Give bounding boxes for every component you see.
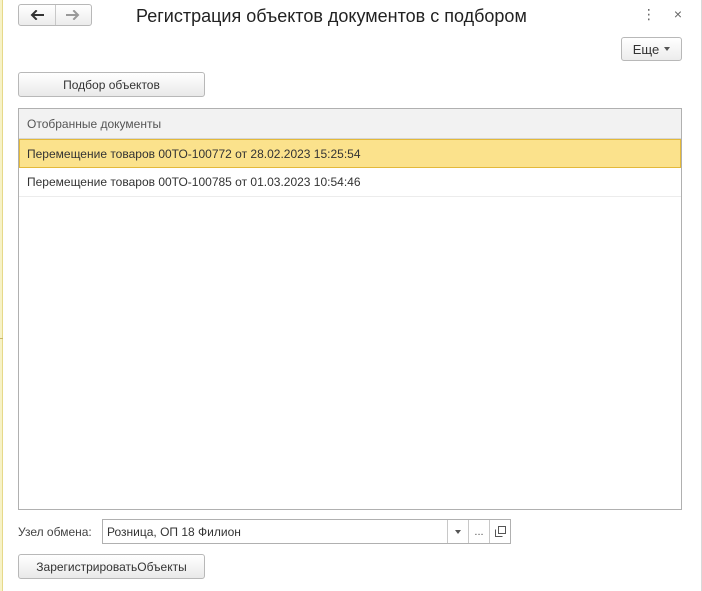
navigation-buttons (18, 4, 92, 26)
form-window: Регистрация объектов документов с подбор… (0, 0, 702, 591)
chevron-down-icon (455, 529, 461, 534)
table-cell-document: Перемещение товаров 00ТО-100772 от 28.02… (27, 146, 361, 161)
back-button[interactable] (19, 5, 55, 25)
open-button[interactable] (489, 520, 510, 543)
exchange-node-label: Узел обмена: (18, 525, 92, 539)
exchange-node-input[interactable] (103, 520, 447, 543)
dropdown-button[interactable] (447, 520, 468, 543)
register-objects-button[interactable]: ЗарегистрироватьОбъекты (18, 554, 205, 579)
arrow-right-icon (66, 10, 80, 20)
exchange-node-field: ... (102, 519, 511, 544)
table-row[interactable]: Перемещение товаров 00ТО-100785 от 01.03… (19, 168, 681, 197)
kebab-menu-icon[interactable]: ⋮ (642, 5, 656, 23)
open-window-icon (494, 526, 506, 537)
left-panel-edge (0, 0, 3, 591)
column-header-selected-documents[interactable]: Отобранные документы (19, 109, 681, 139)
arrow-left-icon (30, 10, 44, 20)
close-icon[interactable]: × (674, 5, 682, 23)
more-button[interactable]: Еще (621, 37, 682, 61)
choose-button[interactable]: ... (468, 520, 489, 543)
edge-marker (0, 338, 3, 339)
pick-objects-button[interactable]: Подбор объектов (18, 72, 205, 97)
window-title: Регистрация объектов документов с подбор… (136, 6, 527, 26)
title-bar-controls: ⋮ × (642, 5, 682, 23)
selected-documents-table: Отобранные документы Перемещение товаров… (18, 108, 682, 510)
ellipsis-label: ... (474, 525, 484, 538)
chevron-down-icon (664, 47, 671, 51)
table-cell-document: Перемещение товаров 00ТО-100785 от 01.03… (27, 175, 361, 189)
forward-button[interactable] (54, 5, 92, 25)
table-row[interactable]: Перемещение товаров 00ТО-100772 от 28.02… (19, 139, 681, 168)
more-button-label: Еще (632, 41, 660, 57)
